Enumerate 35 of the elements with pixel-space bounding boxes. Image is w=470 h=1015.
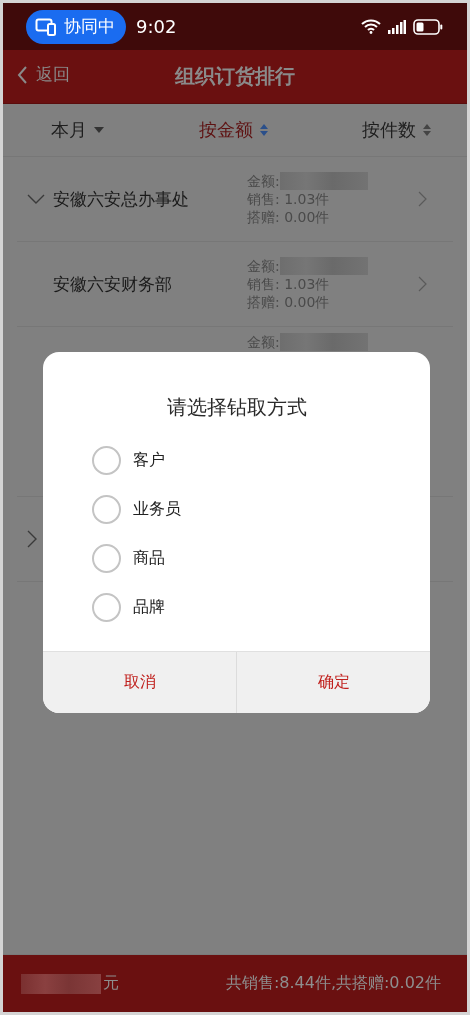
devices-icon bbox=[35, 17, 57, 36]
badge-text: 协同中 bbox=[64, 15, 115, 38]
radio-option[interactable]: 商品 bbox=[92, 544, 430, 573]
radio-circle[interactable] bbox=[92, 495, 121, 524]
radio-circle[interactable] bbox=[92, 446, 121, 475]
battery-icon bbox=[413, 18, 443, 35]
filter-tab[interactable]: 按金额 bbox=[198, 118, 268, 142]
dialog-title: 请选择钻取方式 bbox=[165, 394, 308, 421]
radio-circle[interactable] bbox=[92, 593, 121, 622]
organization-name: 安徽六安财务部 bbox=[53, 272, 172, 296]
totals-text: 共销售:8.44件,共搭赠:0.02件 bbox=[225, 973, 441, 994]
cancel-button[interactable]: 取消 bbox=[43, 652, 236, 713]
sort-arrows-icon bbox=[259, 124, 268, 136]
collaboration-badge[interactable]: 协同中 bbox=[26, 9, 126, 44]
dropdown-caret-icon bbox=[94, 127, 104, 133]
back-button[interactable]: 返回 bbox=[17, 63, 70, 86]
expand-chevron-icon[interactable] bbox=[27, 530, 37, 548]
confirm-button[interactable]: 确定 bbox=[236, 652, 430, 713]
page-title: 组织订货排行 bbox=[175, 63, 295, 90]
filter-tab[interactable]: 按件数 bbox=[362, 118, 431, 142]
currency-unit: 元 bbox=[103, 973, 119, 994]
organization-name: 安徽六安总办事处 bbox=[53, 187, 189, 211]
wifi-icon bbox=[361, 19, 381, 34]
sort-arrows-icon bbox=[423, 124, 431, 136]
back-chevron-icon bbox=[17, 64, 28, 85]
chevron-right-icon[interactable] bbox=[418, 276, 427, 292]
radio-option[interactable]: 客户 bbox=[92, 446, 430, 475]
radio-circle[interactable] bbox=[92, 544, 121, 573]
collapse-chevron-icon[interactable] bbox=[27, 194, 45, 204]
radio-option[interactable]: 业务员 bbox=[92, 495, 430, 524]
radio-option[interactable]: 品牌 bbox=[92, 593, 430, 622]
filter-tab[interactable]: 本月 bbox=[51, 118, 104, 142]
chevron-right-icon[interactable] bbox=[418, 191, 427, 207]
signal-icon bbox=[388, 19, 406, 34]
clock-time: 9:02 bbox=[136, 16, 177, 37]
